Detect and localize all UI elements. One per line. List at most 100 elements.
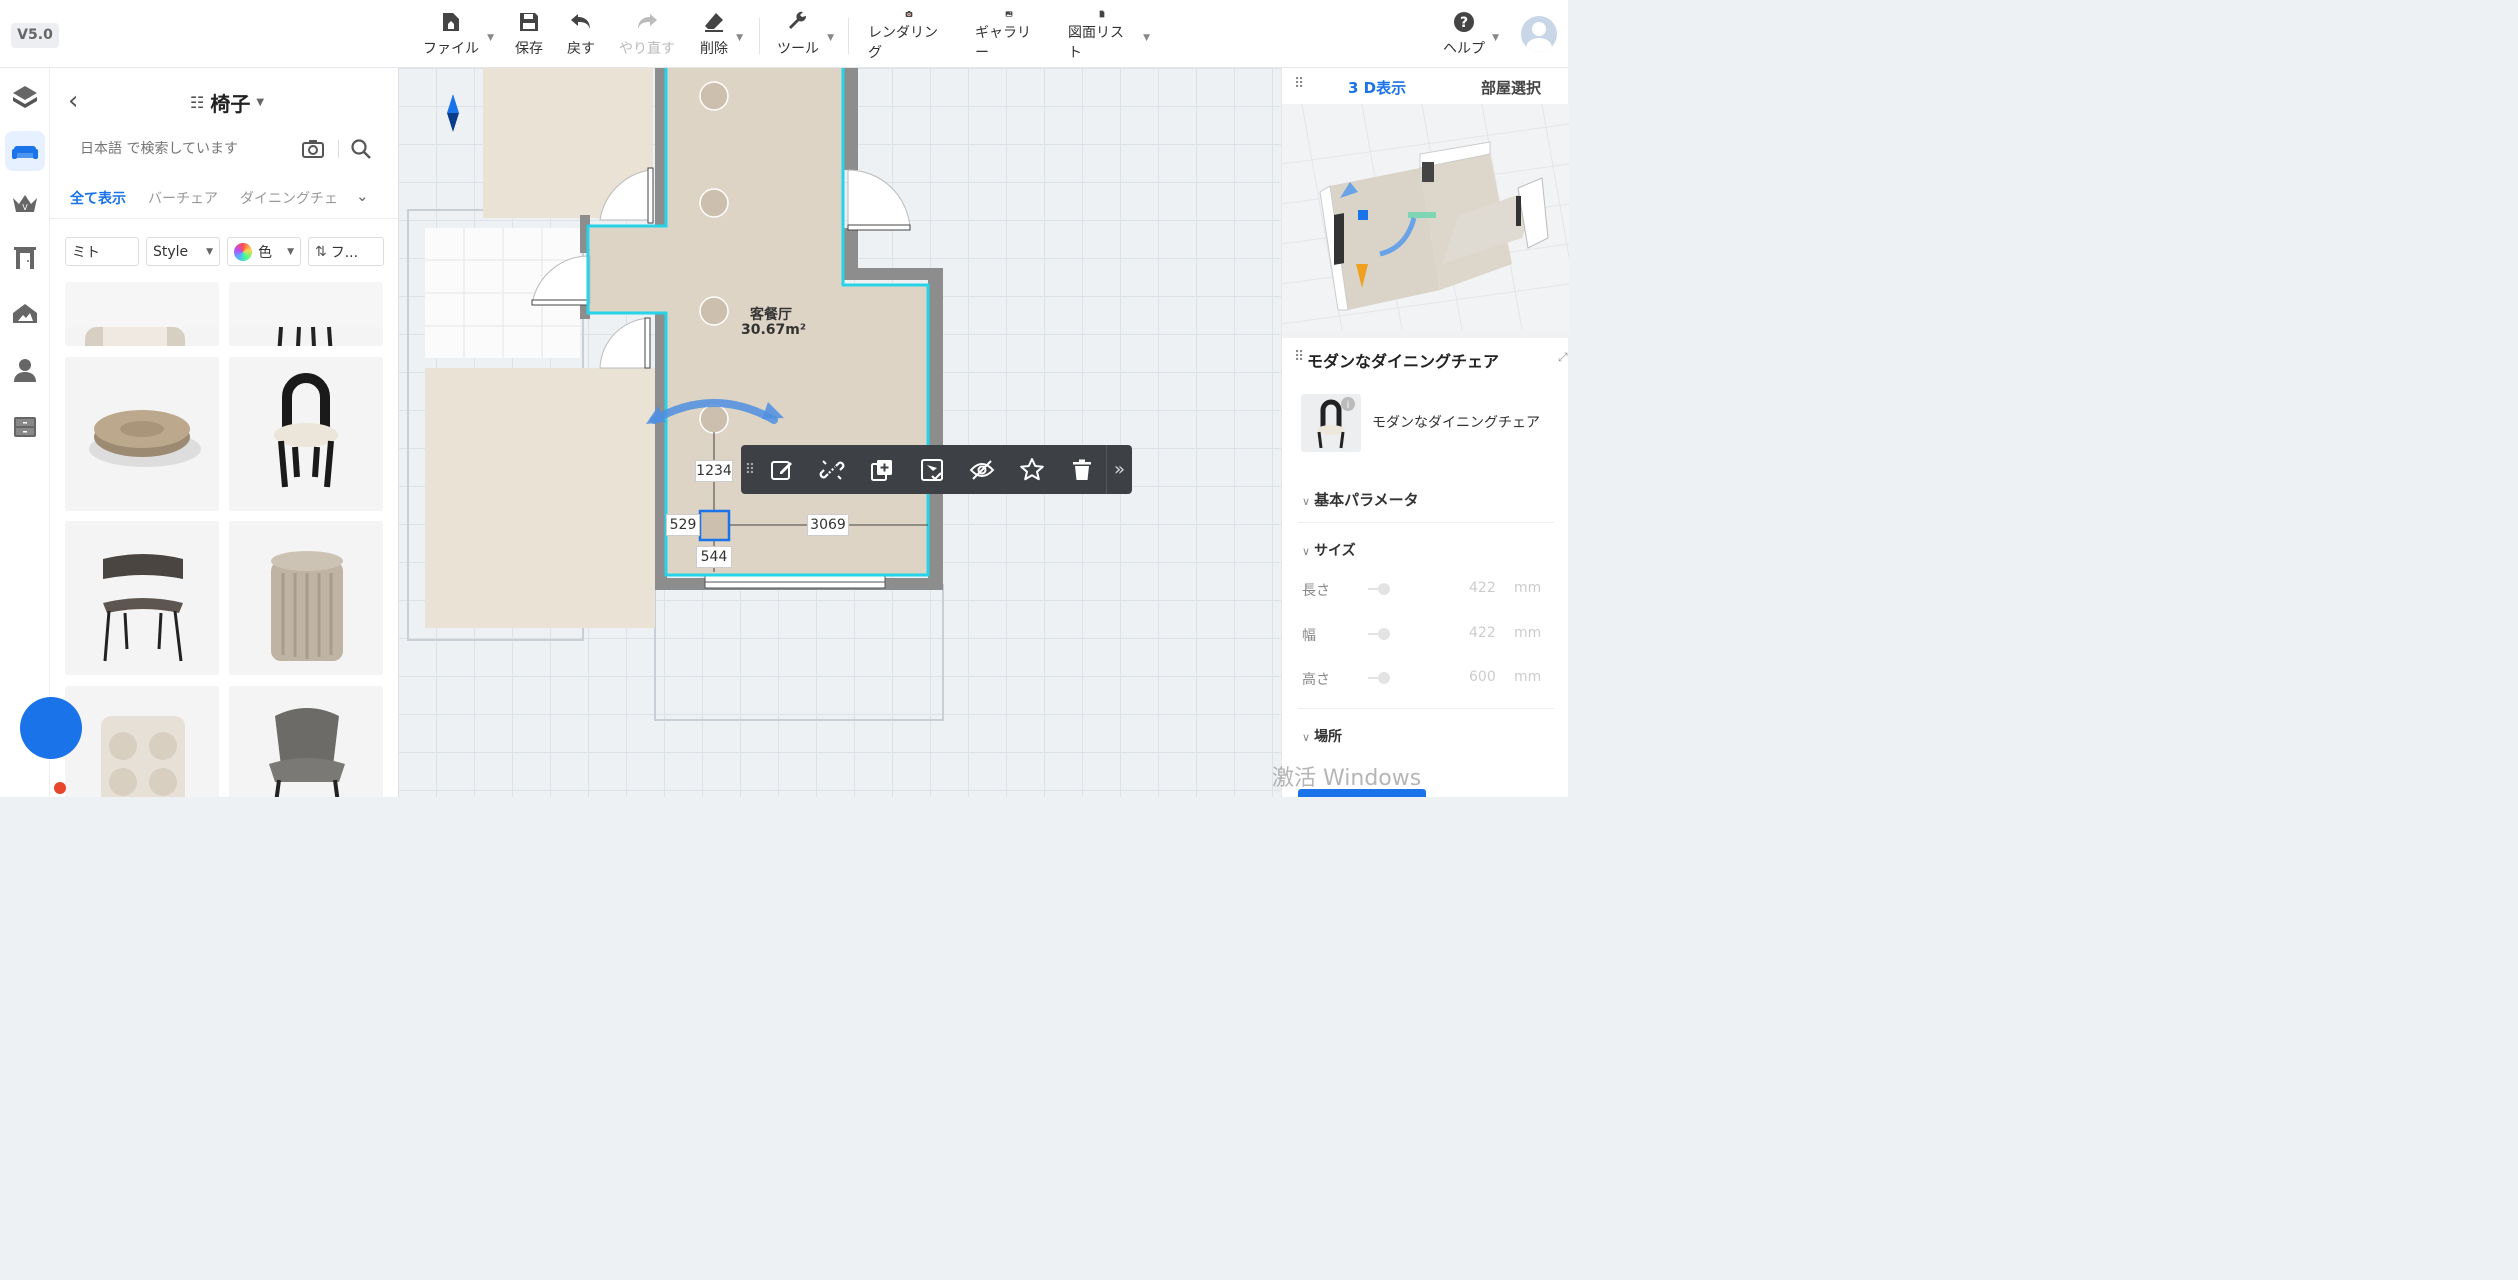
section-basic-params[interactable]: ∨ 基本パラメータ — [1302, 489, 1419, 510]
rail-cabinet[interactable] — [5, 406, 45, 446]
product-card[interactable] — [229, 282, 383, 346]
category-title[interactable]: ☷ 椅子 ▼ — [190, 88, 264, 117]
param-length-row: 長さ 422 mm — [1302, 580, 1552, 600]
help-button[interactable]: ? ヘルプ ▼ — [1443, 10, 1499, 62]
file-menu-button[interactable]: ファイル ▼ — [422, 10, 494, 62]
user-avatar[interactable] — [1521, 16, 1557, 52]
replace-button[interactable] — [907, 445, 957, 494]
undo-icon — [571, 14, 590, 29]
rail-person[interactable] — [5, 350, 45, 390]
tab-3d-view[interactable]: 3 D表示 — [1348, 77, 1406, 98]
question-icon: ? — [1454, 12, 1474, 32]
tab-bar-chair[interactable]: バーチェア — [148, 188, 218, 208]
rail-terrain[interactable] — [5, 294, 45, 334]
hide-button[interactable] — [957, 445, 1007, 494]
undo-button[interactable]: 戻す — [566, 10, 596, 62]
delete-menu-button[interactable]: 削除 ▼ — [699, 10, 743, 62]
product-card[interactable] — [65, 686, 219, 797]
style-filter[interactable]: Style ▼ — [146, 237, 220, 266]
product-card[interactable] — [65, 357, 219, 511]
width-slider[interactable] — [1368, 628, 1390, 640]
product-card[interactable] — [65, 282, 219, 346]
grey-armchair-image — [229, 686, 383, 797]
param-label: 長さ — [1302, 583, 1330, 599]
arched-back-stool-image — [229, 357, 383, 511]
rail-door-window[interactable] — [5, 238, 45, 278]
dimension-right-input[interactable]: 3069 — [807, 514, 849, 536]
search-icon[interactable] — [350, 138, 372, 160]
width-value[interactable]: 422 — [1469, 625, 1496, 641]
gallery-button[interactable]: ギャラリー — [975, 10, 1043, 62]
length-slider[interactable] — [1368, 583, 1390, 595]
height-slider[interactable] — [1368, 672, 1390, 684]
chevron-down-icon: ∨ — [1302, 545, 1311, 558]
drawing-list-label: 図面リスト — [1068, 25, 1124, 61]
delete-object-button[interactable] — [1057, 445, 1107, 494]
file-label: ファイル — [423, 41, 479, 57]
category-tabs: 全て表示 バーチェア ダイニングチェ — [70, 188, 338, 208]
section-location[interactable]: ∨ 場所 — [1302, 726, 1342, 746]
3d-model-render — [1282, 104, 1569, 330]
image-icon — [1005, 11, 1013, 17]
drag-handle-icon[interactable]: ⠿ — [1294, 349, 1304, 365]
back-arrow-icon[interactable]: ‹ — [68, 86, 78, 116]
cabinet-icon — [14, 417, 36, 437]
unit-label: mm — [1514, 580, 1542, 596]
sort-filter[interactable]: ⇅ フ... — [308, 237, 384, 266]
tools-menu-button[interactable]: ツール ▼ — [776, 10, 834, 62]
dimension-left-input[interactable]: 529 — [666, 514, 700, 536]
divider — [1298, 522, 1554, 523]
3d-preview[interactable] — [1282, 104, 1569, 330]
param-height-row: 高さ 600 mm — [1302, 669, 1552, 689]
door-icon — [14, 247, 36, 269]
dimension-top-input[interactable]: 1234 — [695, 460, 733, 482]
drag-handle-icon[interactable]: ⠿ — [1294, 76, 1304, 92]
delete-label: 削除 — [700, 41, 728, 57]
eraser-icon — [705, 13, 723, 32]
duplicate-button[interactable] — [857, 445, 907, 494]
svg-text:V: V — [22, 203, 28, 212]
height-value[interactable]: 600 — [1469, 669, 1496, 685]
camera-search-icon[interactable] — [302, 138, 324, 160]
chevron-down-icon: ▼ — [487, 33, 494, 43]
windows-activation-watermark: 激活 Windows — [1272, 766, 1422, 791]
tabs-expand-chevron-icon[interactable]: ⌄ — [356, 187, 369, 205]
search-input[interactable] — [80, 141, 300, 157]
sort-icon: ⇅ — [315, 243, 327, 260]
tab-dining-chair[interactable]: ダイニングチェ — [240, 188, 338, 208]
trash-icon — [1073, 459, 1091, 480]
expand-panel-icon[interactable]: ⤢ — [1558, 350, 1568, 365]
save-button[interactable]: 保存 — [514, 10, 544, 62]
chevron-down-icon: ▼ — [1492, 33, 1499, 43]
drag-handle-icon[interactable]: ⠿ — [743, 462, 757, 478]
length-value[interactable]: 422 — [1469, 580, 1496, 596]
rail-furniture[interactable] — [5, 131, 45, 171]
product-card[interactable] — [229, 686, 383, 797]
color-filter[interactable]: 色 ▼ — [227, 237, 301, 266]
product-card[interactable] — [229, 357, 383, 511]
favorite-button[interactable] — [1007, 445, 1057, 494]
section-basic-label: 基本パラメータ — [1314, 491, 1419, 509]
promo-floating-button[interactable] — [20, 697, 82, 759]
unlink-button[interactable] — [807, 445, 857, 494]
brand-filter[interactable]: ミト — [65, 237, 139, 266]
object-thumbnail[interactable]: i — [1301, 394, 1361, 452]
compass-north-icon[interactable] — [446, 94, 460, 132]
redo-button[interactable]: やり直す — [619, 10, 675, 62]
rendering-button[interactable]: レンダリング — [868, 10, 950, 62]
rail-premium[interactable]: V — [5, 184, 45, 224]
color-wheel-icon — [234, 242, 252, 261]
more-actions-icon[interactable]: » — [1106, 445, 1132, 494]
black-chair-image — [229, 326, 383, 346]
tab-room-select[interactable]: 部屋選択 — [1481, 77, 1541, 98]
floor-plan-canvas[interactable]: 客餐厅 30.67m² 1234 529 3069 544 — [398, 68, 1281, 797]
section-size[interactable]: ∨ サイズ — [1302, 540, 1356, 560]
tab-all[interactable]: 全て表示 — [70, 188, 126, 208]
rail-floor-plan[interactable] — [5, 77, 45, 117]
product-card[interactable] — [229, 521, 383, 675]
edit-button[interactable] — [757, 445, 807, 494]
sofa-icon — [12, 146, 38, 159]
dimension-bottom-input[interactable]: 544 — [696, 546, 732, 568]
product-card[interactable] — [65, 521, 219, 675]
drawing-list-button[interactable]: 図面リスト ▼ — [1068, 10, 1150, 62]
